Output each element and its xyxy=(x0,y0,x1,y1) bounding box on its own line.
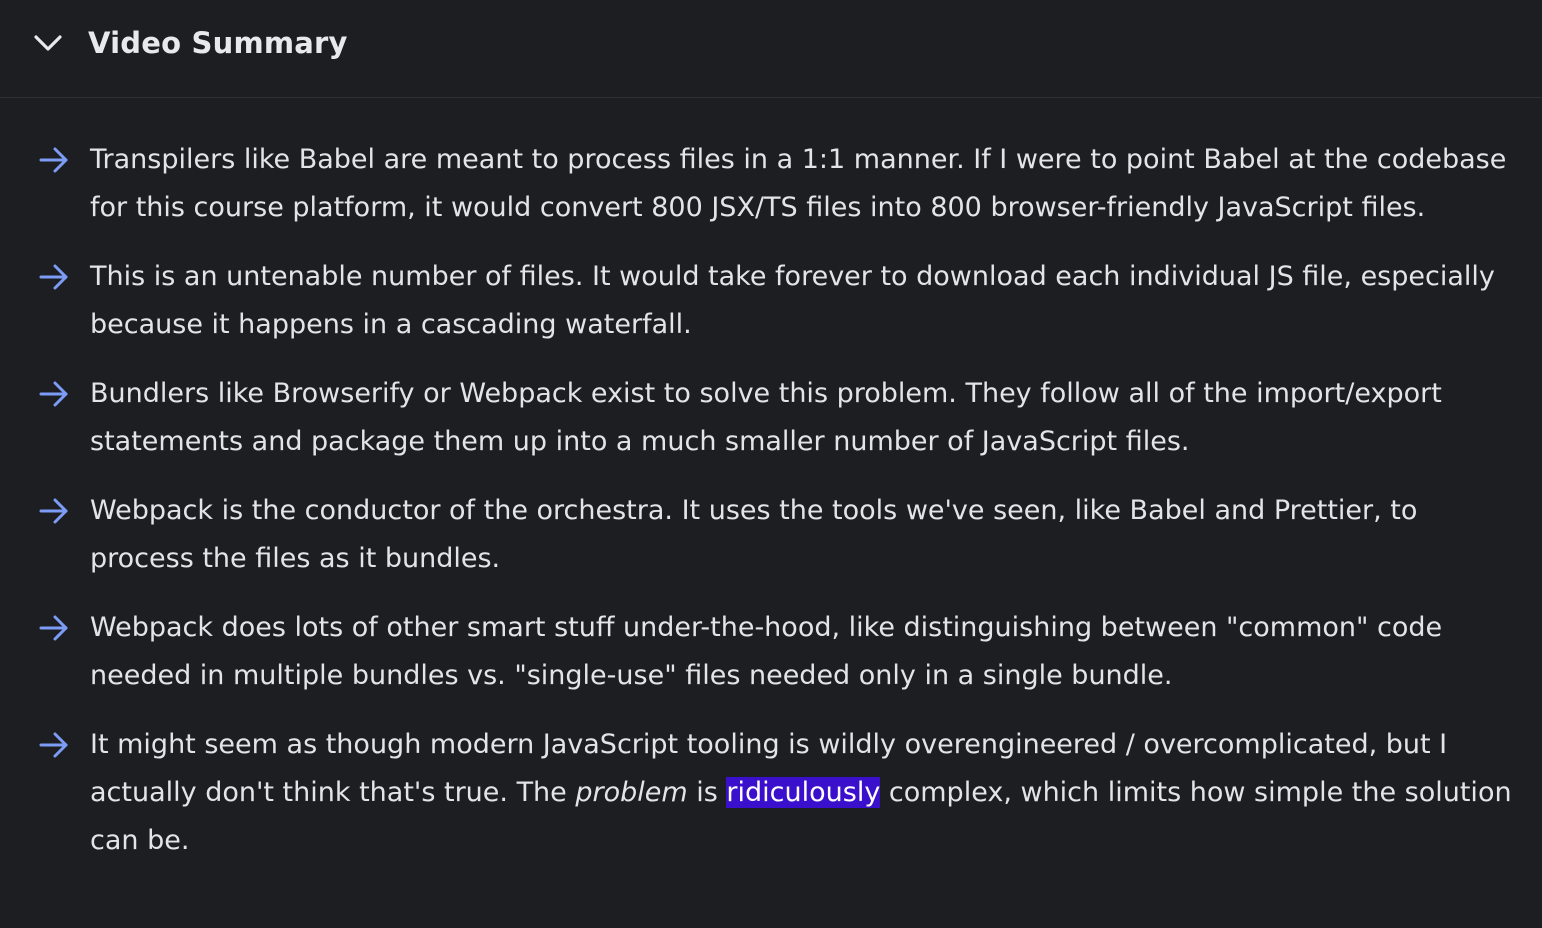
video-summary-toggle[interactable]: Video Summary xyxy=(0,0,1542,98)
selected-text-highlight[interactable]: ridiculously xyxy=(726,777,881,808)
video-summary-panel: Video Summary Transpilers like Babel are… xyxy=(0,0,1542,928)
summary-list: Transpilers like Babel are meant to proc… xyxy=(0,136,1542,886)
arrow-right-icon xyxy=(38,612,70,644)
summary-text: Bundlers like Browserify or Webpack exis… xyxy=(90,378,1442,457)
arrow-right-icon xyxy=(38,729,70,761)
arrow-right-icon xyxy=(38,495,70,527)
arrow-right-icon xyxy=(38,261,70,293)
list-item: Transpilers like Babel are meant to proc… xyxy=(0,136,1542,232)
summary-text: Webpack is the conductor of the orchestr… xyxy=(90,495,1418,574)
summary-text: This is an untenable number of files. It… xyxy=(90,261,1495,340)
section-title: Video Summary xyxy=(88,25,348,60)
arrow-right-icon xyxy=(38,378,70,410)
summary-text: Webpack does lots of other smart stuff u… xyxy=(90,612,1443,691)
emphasis-text: problem xyxy=(575,777,688,808)
list-item: Webpack does lots of other smart stuff u… xyxy=(0,604,1542,700)
list-item: This is an untenable number of files. It… xyxy=(0,253,1542,349)
chevron-down-icon[interactable] xyxy=(32,27,64,59)
arrow-right-icon xyxy=(38,144,70,176)
summary-text: Transpilers like Babel are meant to proc… xyxy=(90,144,1507,223)
list-item: Bundlers like Browserify or Webpack exis… xyxy=(0,370,1542,466)
list-item: Webpack is the conductor of the orchestr… xyxy=(0,487,1542,583)
list-item: It might seem as though modern JavaScrip… xyxy=(0,721,1542,865)
summary-text-part: is xyxy=(687,777,727,808)
